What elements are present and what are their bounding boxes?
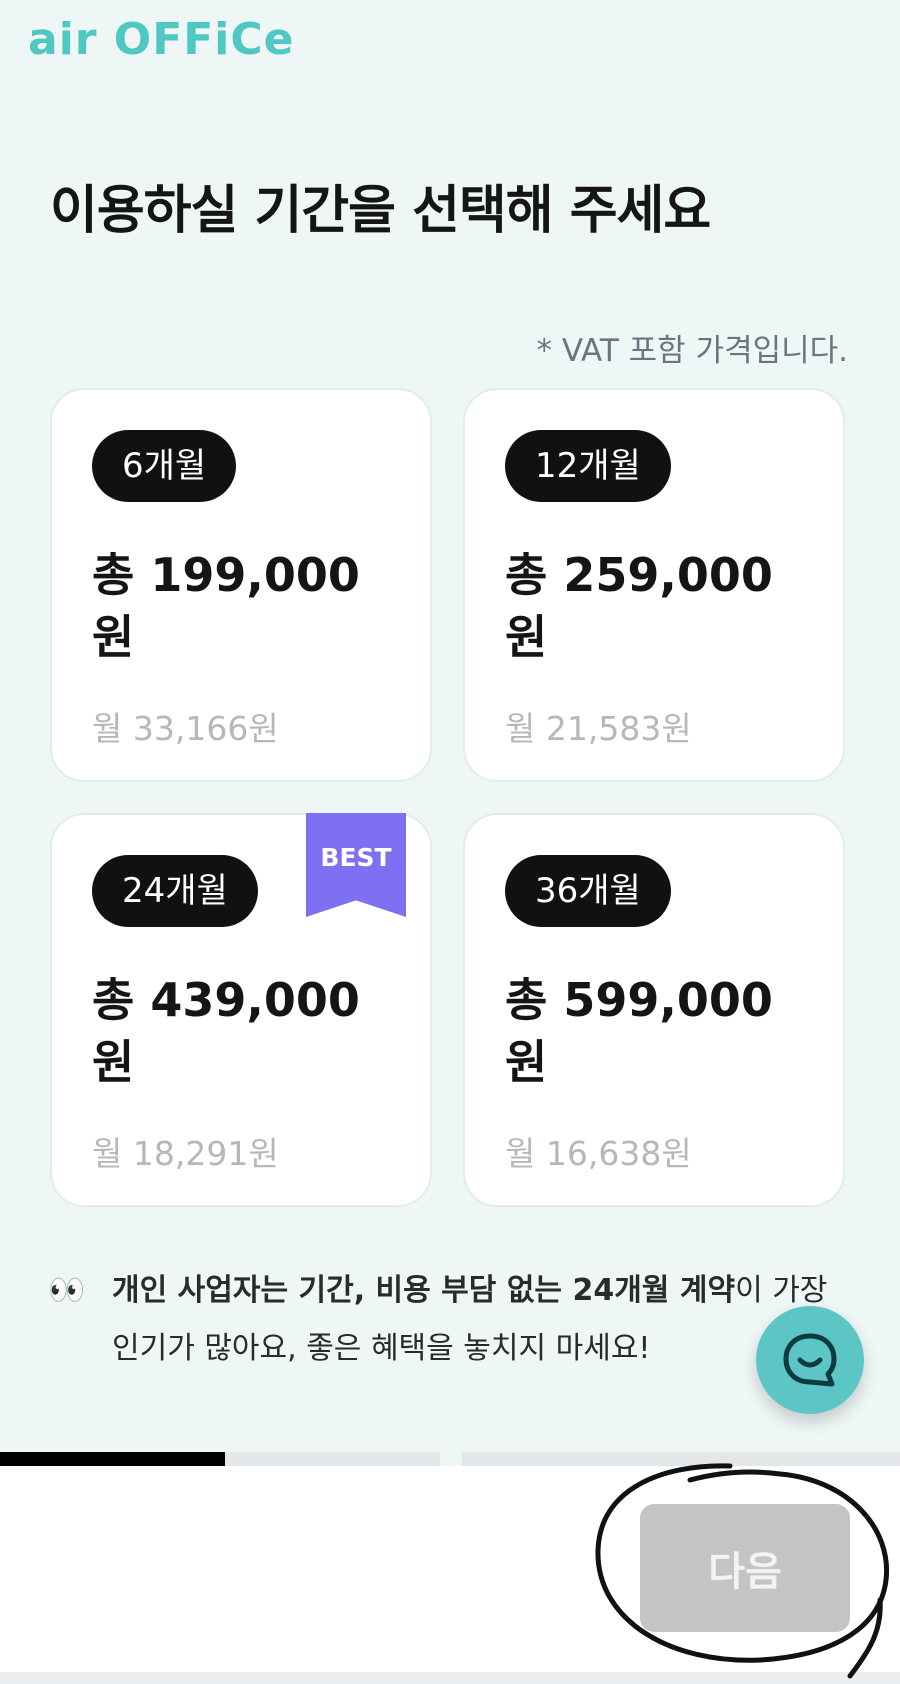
plan-total-price: 총 259,000원 xyxy=(505,548,773,664)
page-title: 이용하실 기간을 선택해 주세요 xyxy=(50,181,711,241)
plan-card-24-months[interactable]: BEST 24개월 총 439,000원 월 18,291원 xyxy=(50,813,432,1207)
plan-monthly-price: 월 21,583원 xyxy=(505,709,692,748)
plan-card-12-months[interactable]: 12개월 총 259,000원 월 21,583원 xyxy=(463,388,845,782)
tip-message: 👀 개인 사업자는 기간, 비용 부담 없는 24개월 계약이 가장 인기가 많… xyxy=(48,1262,848,1378)
plan-period-pill: 24개월 xyxy=(92,855,258,927)
plan-total-price: 총 599,000원 xyxy=(505,973,773,1089)
plan-total-price: 총 439,000원 xyxy=(92,973,360,1089)
chat-button[interactable] xyxy=(756,1306,864,1414)
plan-period-pill: 36개월 xyxy=(505,855,671,927)
progress-fill xyxy=(0,1452,225,1466)
plan-period-pill: 12개월 xyxy=(505,430,671,502)
eyes-emoji-icon: 👀 xyxy=(48,1273,86,1308)
plan-card-6-months[interactable]: 6개월 총 199,000원 월 33,166원 xyxy=(50,388,432,782)
air-office-logo: air OFFiCe xyxy=(28,14,295,65)
vat-note: * VAT 포함 가격입니다. xyxy=(536,333,848,369)
best-badge: BEST xyxy=(306,813,406,917)
tip-text: 개인 사업자는 기간, 비용 부담 없는 24개월 계약이 가장 인기가 많아요… xyxy=(112,1262,848,1378)
plan-monthly-price: 월 18,291원 xyxy=(92,1134,279,1173)
chat-bubble-smile-icon xyxy=(783,1333,837,1387)
plan-total-price: 총 199,000원 xyxy=(92,548,360,664)
plan-period-pill: 6개월 xyxy=(92,430,237,502)
plan-card-36-months[interactable]: 36개월 총 599,000원 월 16,638원 xyxy=(463,813,845,1207)
plan-monthly-price: 월 33,166원 xyxy=(92,709,279,748)
tip-text-bold: 개인 사업자는 기간, 비용 부담 없는 24개월 계약 xyxy=(112,1273,736,1308)
hand-drawn-circle-annotation xyxy=(595,1463,890,1679)
plan-monthly-price: 월 16,638원 xyxy=(505,1134,692,1173)
